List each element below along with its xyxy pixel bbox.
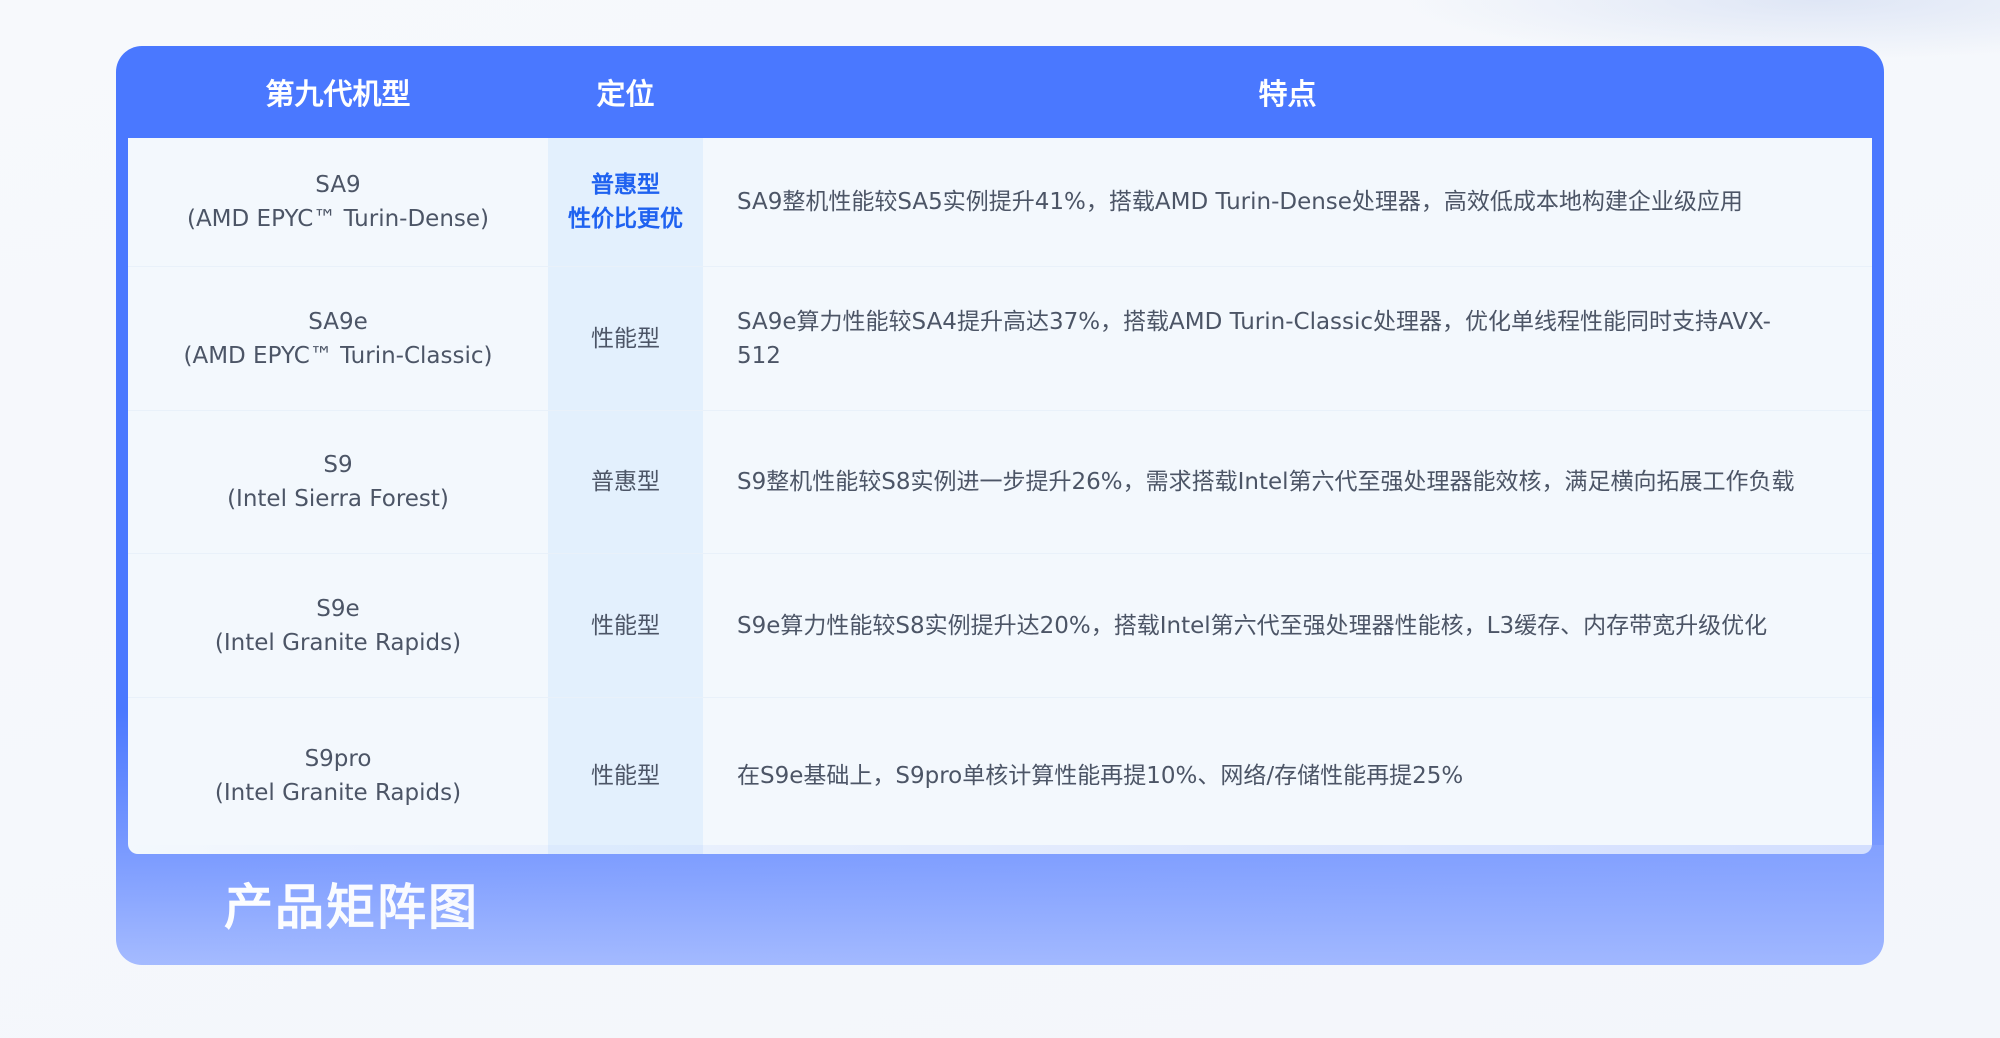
model-cell: S9 (Intel Sierra Forest) — [128, 448, 548, 516]
table-row: SA9 (AMD EPYC™ Turin-Dense) 普惠型 性价比更优 SA… — [128, 138, 1872, 267]
model-name: S9pro — [304, 746, 372, 772]
position-cell: 普惠型 — [548, 465, 703, 499]
model-cell: SA9e (AMD EPYC™ Turin-Classic) — [128, 305, 548, 373]
position-cell: 普惠型 性价比更优 — [548, 168, 703, 236]
position-label: 性能型 — [591, 325, 660, 352]
position-cell: 性能型 — [548, 322, 703, 356]
model-name: S9e — [316, 595, 360, 622]
features-cell: 在S9e基础上，S9pro单核计算性能再提10%、网络/存储性能再提25% — [737, 763, 1464, 789]
model-name: SA9 — [315, 172, 361, 198]
model-cpu: (AMD EPYC™ Turin-Classic) — [183, 342, 493, 369]
model-name: S9 — [323, 452, 353, 478]
model-cpu: (AMD EPYC™ Turin-Dense) — [186, 206, 490, 232]
model-cpu: (Intel Granite Rapids) — [214, 780, 462, 806]
product-matrix-card: 第九代机型 定位 特点 SA9 (AMD EPYC™ Turin-Dense) … — [116, 46, 1884, 965]
header-model: 第九代机型 — [265, 77, 411, 111]
model-cell: SA9 (AMD EPYC™ Turin-Dense) — [128, 168, 548, 236]
model-cpu: (Intel Sierra Forest) — [227, 486, 449, 512]
position-label: 性能型 — [591, 612, 660, 639]
table-header: 第九代机型 定位 特点 — [128, 46, 1872, 138]
model-name: SA9e — [308, 308, 368, 335]
position-label: 普惠型 — [591, 469, 660, 495]
position-label: 性价比更优 — [568, 206, 683, 232]
position-cell: 性能型 — [548, 759, 703, 793]
footer-title: 产品矩阵图 — [224, 879, 480, 936]
model-cpu: (Intel Granite Rapids) — [214, 629, 462, 656]
features-cell: SA9整机性能较SA5实例提升41%，搭载AMD Turin-Dense处理器，… — [737, 189, 1743, 215]
features-cell: S9e算力性能较S8实例提升达20%，搭载Intel第六代至强处理器性能核，L3… — [737, 612, 1768, 639]
header-position: 定位 — [596, 77, 655, 111]
table-row: S9pro (Intel Granite Rapids) 性能型 在S9e基础上… — [128, 698, 1872, 854]
table-row: S9 (Intel Sierra Forest) 普惠型 S9整机性能较S8实例… — [128, 411, 1872, 554]
table-row: S9e (Intel Granite Rapids) 性能型 S9e算力性能较S… — [128, 554, 1872, 698]
position-label: 普惠型 — [591, 172, 660, 198]
header-features: 特点 — [1258, 77, 1317, 111]
model-cell: S9e (Intel Granite Rapids) — [128, 592, 548, 660]
table-body: SA9 (AMD EPYC™ Turin-Dense) 普惠型 性价比更优 SA… — [128, 138, 1872, 854]
table-row: SA9e (AMD EPYC™ Turin-Classic) 性能型 SA9e算… — [128, 267, 1872, 411]
model-cell: S9pro (Intel Granite Rapids) — [128, 742, 548, 810]
position-label: 性能型 — [591, 763, 660, 789]
position-cell: 性能型 — [548, 609, 703, 643]
features-cell: SA9e算力性能较SA4提升高达37%，搭载AMD Turin-Classic处… — [737, 308, 1771, 369]
features-cell: S9整机性能较S8实例进一步提升26%，需求搭载Intel第六代至强处理器能效核… — [737, 469, 1795, 495]
